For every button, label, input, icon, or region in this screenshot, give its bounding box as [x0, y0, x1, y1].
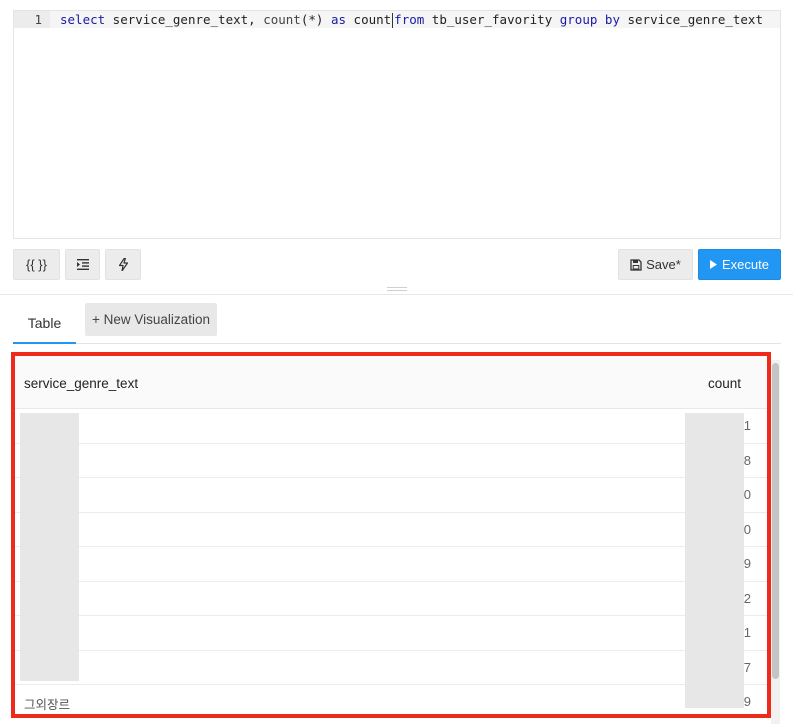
- execute-button-label: Execute: [722, 257, 769, 272]
- cell-count: 2: [743, 590, 751, 606]
- table-row: 0: [15, 513, 767, 547]
- sql-keyword: select: [60, 12, 106, 27]
- line-number: 1: [14, 11, 50, 28]
- table-row: 1: [15, 409, 767, 444]
- tab-table[interactable]: Table: [13, 303, 76, 344]
- new-visualization-button[interactable]: + New Visualization: [85, 303, 217, 336]
- sql-function: count: [263, 12, 301, 27]
- table-row: 8: [15, 444, 767, 478]
- visualization-tabs: Table + New Visualization: [13, 303, 781, 344]
- sql-text: service_genre_text: [619, 12, 763, 27]
- format-query-button[interactable]: [65, 249, 100, 280]
- resize-handle[interactable]: [387, 287, 407, 291]
- save-button[interactable]: Save*: [618, 249, 693, 280]
- cell-count: 0: [743, 521, 751, 537]
- sql-keyword: by: [604, 12, 620, 27]
- redacted-block: [685, 413, 744, 708]
- sql-keyword: as: [330, 12, 347, 27]
- sql-code[interactable]: select service_genre_text, count(*) as c…: [50, 11, 763, 28]
- indent-icon: [76, 259, 89, 270]
- cell-count: 0: [743, 487, 751, 502]
- cell-count: 1: [743, 625, 751, 640]
- editor-toolbar: {{ }} Save* Execute: [13, 249, 781, 280]
- sql-keyword: from: [394, 12, 425, 27]
- table-header: service_genre_text count: [15, 356, 767, 409]
- scrollbar-thumb[interactable]: [772, 363, 779, 679]
- results-table: service_genre_text count 1 8 0 0 9 2 1 7…: [15, 356, 767, 714]
- sql-text: tb_user_favority: [424, 12, 560, 27]
- autocomplete-toggle-button[interactable]: [105, 249, 141, 280]
- table-row: 0: [15, 478, 767, 513]
- sql-keyword: group: [559, 12, 598, 27]
- add-parameter-button[interactable]: {{ }}: [13, 249, 60, 280]
- table-row: 7: [15, 651, 767, 685]
- redacted-block: [20, 413, 79, 681]
- lightning-icon: [118, 258, 128, 271]
- table-row: 그외장르 9: [15, 685, 767, 714]
- column-header-service-genre-text[interactable]: service_genre_text: [24, 376, 138, 391]
- execute-button[interactable]: Execute: [698, 249, 781, 280]
- table-row: 2: [15, 582, 767, 616]
- cell-count: 8: [743, 452, 751, 468]
- cell-count: 9: [743, 694, 751, 709]
- table-row: 1: [15, 616, 767, 651]
- cell-count: 9: [743, 556, 751, 571]
- save-button-label: Save*: [646, 257, 681, 272]
- query-editor[interactable]: 1 select service_genre_text, count(*) as…: [13, 10, 781, 239]
- play-icon: [710, 260, 717, 269]
- column-header-count[interactable]: count: [708, 376, 741, 391]
- sql-text: count: [346, 12, 392, 27]
- cell-count: 1: [743, 418, 751, 433]
- sql-text: (*): [300, 12, 331, 27]
- sql-text: service_genre_text,: [105, 12, 264, 27]
- editor-line-1[interactable]: 1 select service_genre_text, count(*) as…: [14, 11, 780, 28]
- cell-service-genre-text: 그외장르: [24, 698, 71, 712]
- divider: [0, 294, 793, 295]
- cell-count: 7: [743, 659, 751, 675]
- floppy-disk-icon: [630, 258, 642, 271]
- table-row: 9: [15, 547, 767, 582]
